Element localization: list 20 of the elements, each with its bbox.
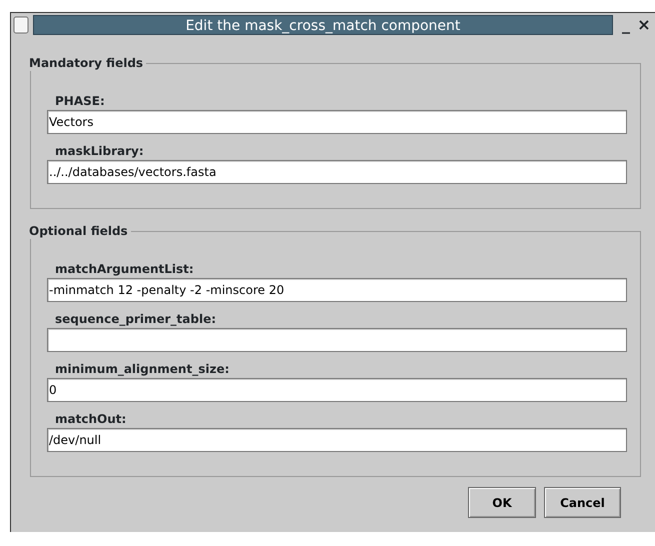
text-field[interactable]: 0 [47,378,627,402]
field-label: minimum_alignment_size: [54,361,230,378]
field-label: matchOut: [54,411,128,428]
window-title: Edit the mask_cross_match component [33,15,613,35]
cancel-button[interactable]: Cancel [544,487,621,518]
text-field[interactable] [47,328,627,352]
window-icon[interactable] [13,16,29,34]
group-title: Mandatory fields [29,55,146,71]
field-label: matchArgumentList: [54,261,195,278]
text-field[interactable]: -minmatch 12 -penalty -2 -minscore 20 [47,278,627,302]
text-field[interactable]: Vectors [47,110,627,134]
ok-button[interactable]: OK [468,487,536,518]
group-title: Optional fields [29,223,131,239]
text-field[interactable]: ../../databases/vectors.fasta [47,160,627,184]
field-label: PHASE: [54,93,106,110]
field-label: maskLibrary: [54,143,145,160]
minimize-button[interactable]: _ [617,16,635,34]
close-button[interactable]: × [635,16,653,34]
text-field[interactable]: /dev/null [47,428,627,452]
field-label: sequence_primer_table: [54,311,218,328]
